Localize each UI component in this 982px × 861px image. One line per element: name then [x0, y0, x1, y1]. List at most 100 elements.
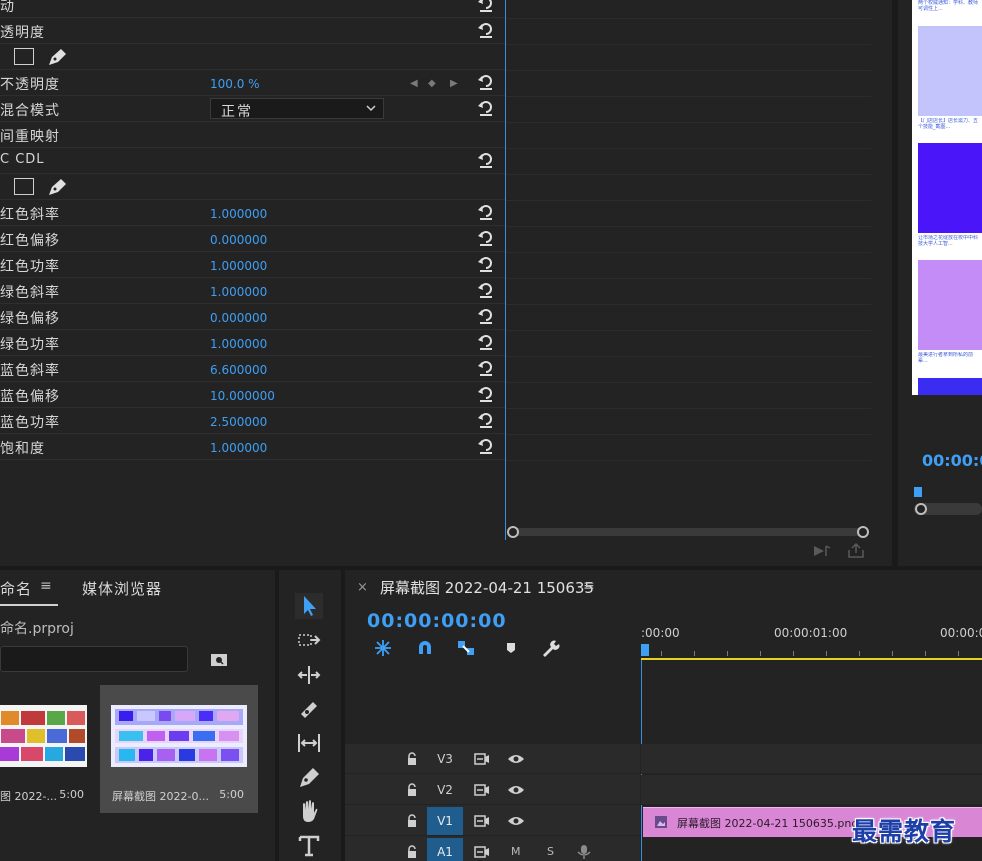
project-search-input[interactable]	[0, 646, 188, 672]
program-playhead[interactable]	[914, 487, 922, 497]
reset-icon[interactable]	[477, 151, 495, 169]
reset-icon[interactable]	[477, 437, 495, 455]
effect-row-cdl-param[interactable]: 绿色偏移 0.000000	[0, 304, 505, 330]
snap-icon[interactable]	[414, 638, 436, 658]
effect-row-cdl-param[interactable]: 蓝色功率 2.500000	[0, 408, 505, 434]
effect-row-cdl-param[interactable]: 红色斜率 1.000000	[0, 200, 505, 226]
timeline-timecode[interactable]: 00:00:00:00	[367, 610, 507, 632]
linked-selection-icon[interactable]	[455, 638, 477, 658]
reset-icon[interactable]	[477, 281, 495, 299]
reset-icon[interactable]	[477, 229, 495, 247]
reset-icon[interactable]	[477, 99, 495, 117]
prev-keyframe-icon[interactable]: ◀	[410, 78, 418, 89]
sync-lock-icon[interactable]	[473, 782, 491, 798]
next-keyframe-icon[interactable]: ▶	[450, 78, 458, 89]
selection-tool[interactable]	[295, 593, 323, 619]
effect-row-cdl-param[interactable]: 红色偏移 0.000000	[0, 226, 505, 252]
lock-icon[interactable]	[405, 752, 419, 766]
sync-lock-icon[interactable]	[473, 751, 491, 767]
lock-icon[interactable]	[405, 845, 419, 859]
eye-icon[interactable]	[507, 783, 525, 797]
effect-value[interactable]: 6.600000	[210, 363, 267, 377]
hand-tool[interactable]	[295, 798, 323, 824]
panel-divider[interactable]	[892, 0, 898, 566]
effect-value[interactable]: 1.000000	[210, 285, 267, 299]
effect-row-motion[interactable]: 动	[0, 0, 505, 18]
effect-value[interactable]: 1.000000	[210, 441, 267, 455]
sequence-menu-icon[interactable]: ≡	[583, 578, 595, 594]
effect-row-cdl-param[interactable]: 绿色斜率 1.000000	[0, 278, 505, 304]
solo-track-button[interactable]: S	[547, 845, 554, 858]
reset-icon[interactable]	[477, 333, 495, 351]
track-target-a1[interactable]: A1	[427, 838, 463, 861]
panel-divider[interactable]	[0, 566, 982, 570]
effect-row-opacity[interactable]: 透明度	[0, 18, 505, 44]
effect-value[interactable]: 0.000000	[210, 311, 267, 325]
razor-tool[interactable]	[295, 696, 323, 722]
effect-row-blend-mode[interactable]: 混合模式 正常	[0, 96, 505, 122]
effect-value[interactable]: 2.500000	[210, 415, 267, 429]
effect-row-opacity-value[interactable]: 不透明度 100.0 % ◀ ◆ ▶	[0, 70, 505, 96]
reset-icon[interactable]	[477, 203, 495, 221]
blend-mode-select[interactable]: 正常	[210, 98, 384, 120]
pen-mask-icon[interactable]	[46, 177, 68, 197]
track-header-v1[interactable]: V1	[345, 806, 640, 836]
effect-row-cdl[interactable]: C CDL	[0, 148, 505, 174]
effect-value[interactable]: 1.000000	[210, 207, 267, 221]
track-header-a1[interactable]: A1 M S	[345, 837, 640, 861]
rectangle-mask-icon[interactable]	[14, 178, 34, 195]
lock-icon[interactable]	[405, 783, 419, 797]
effect-row-cdl-param[interactable]: 红色功率 1.000000	[0, 252, 505, 278]
effect-value[interactable]: 1.000000	[210, 337, 267, 351]
nest-toggle-icon[interactable]	[372, 638, 394, 658]
reset-icon[interactable]	[477, 411, 495, 429]
track-header-v2[interactable]: V2	[345, 775, 640, 805]
reset-icon[interactable]	[477, 0, 495, 13]
time-ruler[interactable]: :00:00 00:00:01:00 00:00:0	[641, 620, 982, 660]
reset-icon[interactable]	[477, 255, 495, 273]
effect-horizontal-scrollbar[interactable]	[505, 525, 870, 539]
track-target-v2[interactable]: V2	[427, 776, 463, 804]
tab-media-browser[interactable]: 媒体浏览器	[82, 578, 162, 599]
reset-icon[interactable]	[477, 307, 495, 325]
effect-row-cdl-param[interactable]: 蓝色偏移 10.000000	[0, 382, 505, 408]
reset-icon[interactable]	[477, 359, 495, 377]
scrollbar-track[interactable]	[513, 528, 863, 536]
sync-lock-icon[interactable]	[473, 844, 491, 860]
track-target-v3[interactable]: V3	[427, 745, 463, 773]
wrench-settings-icon[interactable]	[539, 638, 561, 658]
track-header-v3[interactable]: V3	[345, 744, 640, 774]
project-item-selected[interactable]: 屏幕截图 2022-0... 5:00	[100, 685, 258, 813]
panel-divider[interactable]	[341, 570, 345, 861]
track-select-tool[interactable]	[295, 628, 323, 654]
scrollbar-handle-left[interactable]	[507, 526, 519, 538]
effect-row-cdl-param[interactable]: 蓝色斜率 6.600000	[0, 356, 505, 382]
add-keyframe-icon[interactable]: ◆	[428, 78, 436, 89]
eye-icon[interactable]	[507, 814, 525, 828]
panel-divider[interactable]	[275, 570, 279, 861]
program-monitor-canvas[interactable]: 两个权威通知：学科、教师可调性上... 【门店店长】店长需力、五个技能_截图..…	[912, 0, 982, 395]
sequence-title[interactable]: 屏幕截图 2022-04-21 150635	[380, 577, 594, 598]
track-target-v1[interactable]: V1	[427, 807, 463, 835]
track-lane-v2[interactable]	[641, 775, 982, 805]
pen-mask-icon[interactable]	[46, 47, 68, 67]
pen-tool[interactable]	[295, 764, 323, 790]
export-icon[interactable]	[846, 543, 866, 559]
ripple-edit-tool[interactable]	[295, 662, 323, 688]
effect-row-cdl-param[interactable]: 绿色功率 1.000000	[0, 330, 505, 356]
program-scroll-handle[interactable]	[915, 503, 927, 515]
find-bin-icon[interactable]	[209, 650, 229, 668]
microphone-icon[interactable]	[575, 844, 593, 860]
track-lane-v3[interactable]	[641, 744, 982, 774]
rectangle-mask-icon[interactable]	[14, 48, 34, 65]
mute-track-button[interactable]: M	[511, 845, 521, 858]
filter-icon[interactable]	[812, 543, 832, 559]
effect-mini-timeline[interactable]	[505, 0, 871, 540]
reset-icon[interactable]	[477, 21, 495, 39]
sync-lock-icon[interactable]	[473, 813, 491, 829]
add-marker-icon[interactable]	[500, 638, 522, 658]
keyframe-navigator[interactable]: ◀ ◆ ▶	[410, 78, 462, 90]
close-sequence-icon[interactable]: ×	[357, 580, 368, 595]
tab-project[interactable]: 命名	[0, 578, 32, 599]
effect-value[interactable]: 10.000000	[210, 389, 275, 403]
